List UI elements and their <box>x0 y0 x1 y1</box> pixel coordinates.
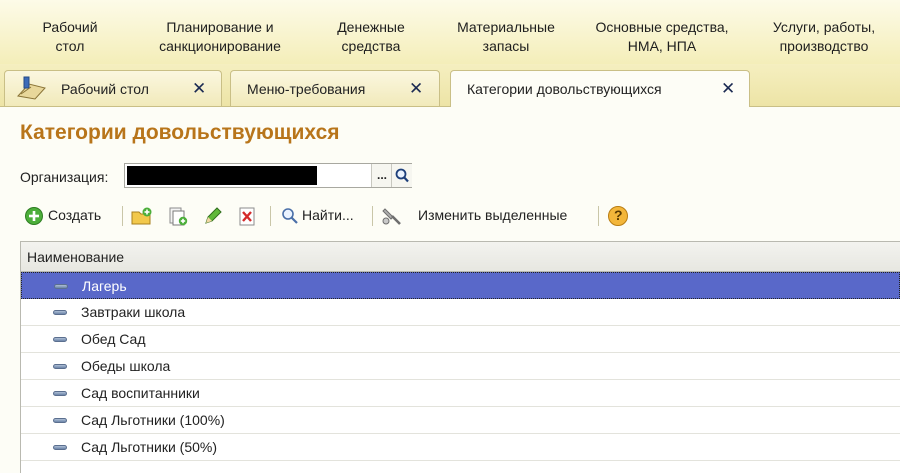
search-icon <box>395 168 409 183</box>
section-planning[interactable]: Планирование и санкционирование <box>150 18 290 56</box>
edit-selected-button[interactable]: Изменить выделенные <box>380 205 592 227</box>
row-label: Лагерь <box>82 278 127 294</box>
row-marker-icon <box>53 310 67 315</box>
organization-field[interactable]: ... <box>124 163 412 188</box>
tab-menu-requirements[interactable]: Меню-требования ✕ <box>230 70 440 106</box>
content-area: Категории довольствующихся Организация: … <box>0 107 900 473</box>
section-materials[interactable]: Материальные запасы <box>448 18 564 56</box>
tab-desktop-label: Рабочий стол <box>61 81 149 97</box>
table-row[interactable]: Обеды школа <box>21 353 900 380</box>
row-marker-icon <box>53 391 67 396</box>
copy-icon <box>169 207 188 226</box>
table-row[interactable]: Обед Сад <box>21 326 900 353</box>
create-label: Создать <box>48 207 102 223</box>
row-label: Сад воспитанники <box>81 385 200 401</box>
section-fixed-assets-label: Основные средства, НМА, НПА <box>595 19 729 54</box>
desktop-icon <box>17 76 46 100</box>
row-label: Сад Льготники (50%) <box>81 439 218 455</box>
section-money-label: Денежные средства <box>337 19 405 54</box>
row-label: Сад Льготники (100%) <box>81 412 225 428</box>
page-title: Категории довольствующихся <box>20 121 340 144</box>
section-desktop-label: Рабочий стол <box>42 19 98 54</box>
row-label: Обеды школа <box>81 358 171 374</box>
toolbar-separator <box>270 206 271 226</box>
find-label: Найти... <box>302 207 354 223</box>
add-group-icon <box>131 207 152 225</box>
create-button[interactable]: Создать <box>24 205 112 227</box>
close-icon[interactable]: ✕ <box>192 79 206 99</box>
select-button[interactable]: ... <box>371 164 392 187</box>
section-desktop[interactable]: Рабочий стол <box>39 18 101 56</box>
close-icon[interactable]: ✕ <box>721 79 735 99</box>
search-button[interactable] <box>391 164 412 187</box>
table-row[interactable]: Сад воспитанники <box>21 380 900 407</box>
help-label: ? <box>614 207 623 223</box>
row-marker-icon <box>53 445 67 450</box>
edit-selected-icon <box>382 208 401 225</box>
section-services[interactable]: Услуги, работы, производство <box>760 18 888 56</box>
categories-table[interactable]: Наименование Лагерь Завтраки школа Обед … <box>20 241 900 473</box>
row-marker-icon <box>53 337 67 342</box>
find-button[interactable]: Найти... <box>280 205 366 227</box>
tabs-bar: Рабочий стол ✕ Меню-требования ✕ Категор… <box>0 64 900 107</box>
table-row[interactable]: Сад Льготники (50%) <box>21 434 900 461</box>
delete-button[interactable] <box>236 205 258 227</box>
edit-icon <box>205 207 222 224</box>
table-row[interactable]: Завтраки школа <box>21 299 900 326</box>
toolbar-separator <box>372 206 373 226</box>
edit-selected-label: Изменить выделенные <box>418 207 568 223</box>
close-icon[interactable]: ✕ <box>409 79 423 99</box>
organization-value[interactable] <box>127 166 317 185</box>
table-row[interactable]: Сад Льготники (100%) <box>21 407 900 434</box>
toolbar-separator <box>122 206 123 226</box>
tab-categories-label: Категории довольствующихся <box>467 81 662 97</box>
row-label: Завтраки школа <box>81 304 186 320</box>
section-fixed-assets[interactable]: Основные средства, НМА, НПА <box>584 18 740 56</box>
section-materials-label: Материальные запасы <box>457 19 555 54</box>
table-row[interactable]: Лагерь <box>21 272 900 299</box>
section-money[interactable]: Денежные средства <box>328 18 414 56</box>
section-services-label: Услуги, работы, производство <box>772 19 876 54</box>
section-menu: Рабочий стол Планирование и санкциониров… <box>0 0 900 64</box>
help-button[interactable]: ? <box>606 205 630 227</box>
tab-menu-requirements-label: Меню-требования <box>247 81 366 97</box>
tab-categories[interactable]: Категории довольствующихся ✕ <box>450 70 750 107</box>
delete-icon <box>239 207 255 226</box>
toolbar-separator <box>598 206 599 226</box>
organization-label: Организация: <box>20 169 109 185</box>
create-icon <box>25 207 43 225</box>
copy-button[interactable] <box>166 205 190 227</box>
row-marker-icon <box>53 364 67 369</box>
add-group-button[interactable] <box>130 205 154 227</box>
edit-button[interactable] <box>202 205 224 227</box>
section-planning-label: Планирование и санкционирование <box>159 19 281 54</box>
column-header-name[interactable]: Наименование <box>21 242 900 272</box>
find-icon <box>282 208 298 224</box>
tab-desktop[interactable]: Рабочий стол ✕ <box>4 70 222 106</box>
row-marker-icon <box>53 418 67 423</box>
toolbar: Создать Найти... Изменить выделенные ? <box>0 203 900 229</box>
row-label: Обед Сад <box>81 331 146 347</box>
row-marker-icon <box>54 284 68 289</box>
